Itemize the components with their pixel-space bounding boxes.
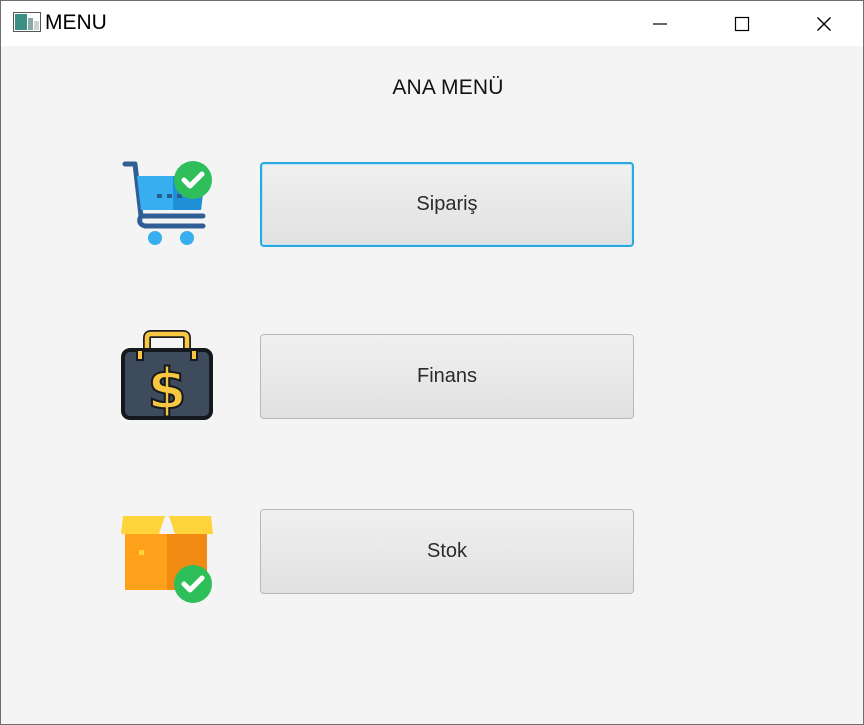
- siparis-button[interactable]: Sipariş: [260, 162, 634, 247]
- minimize-icon: [653, 22, 667, 25]
- main-content: ANA MENÜ $ Sipariş Finans Stok: [1, 46, 863, 724]
- app-window: MENU ANA MENÜ $ Sipariş Finans Stok: [0, 0, 864, 725]
- box-check-icon: [121, 516, 213, 603]
- money-briefcase-icon: $: [121, 330, 213, 423]
- maximize-icon: [734, 16, 750, 31]
- svg-text:$: $: [148, 357, 187, 422]
- maximize-button[interactable]: [701, 1, 783, 46]
- minimize-button[interactable]: [619, 1, 701, 46]
- title-bar[interactable]: MENU: [1, 1, 863, 46]
- shopping-cart-check-icon: [122, 161, 212, 245]
- window-title: MENU: [45, 11, 107, 34]
- stok-button[interactable]: Stok: [260, 509, 634, 594]
- close-icon: [817, 16, 831, 31]
- finans-button[interactable]: Finans: [260, 334, 634, 419]
- close-button[interactable]: [783, 1, 864, 46]
- app-icon: [13, 12, 41, 32]
- page-title: ANA MENÜ: [392, 76, 504, 99]
